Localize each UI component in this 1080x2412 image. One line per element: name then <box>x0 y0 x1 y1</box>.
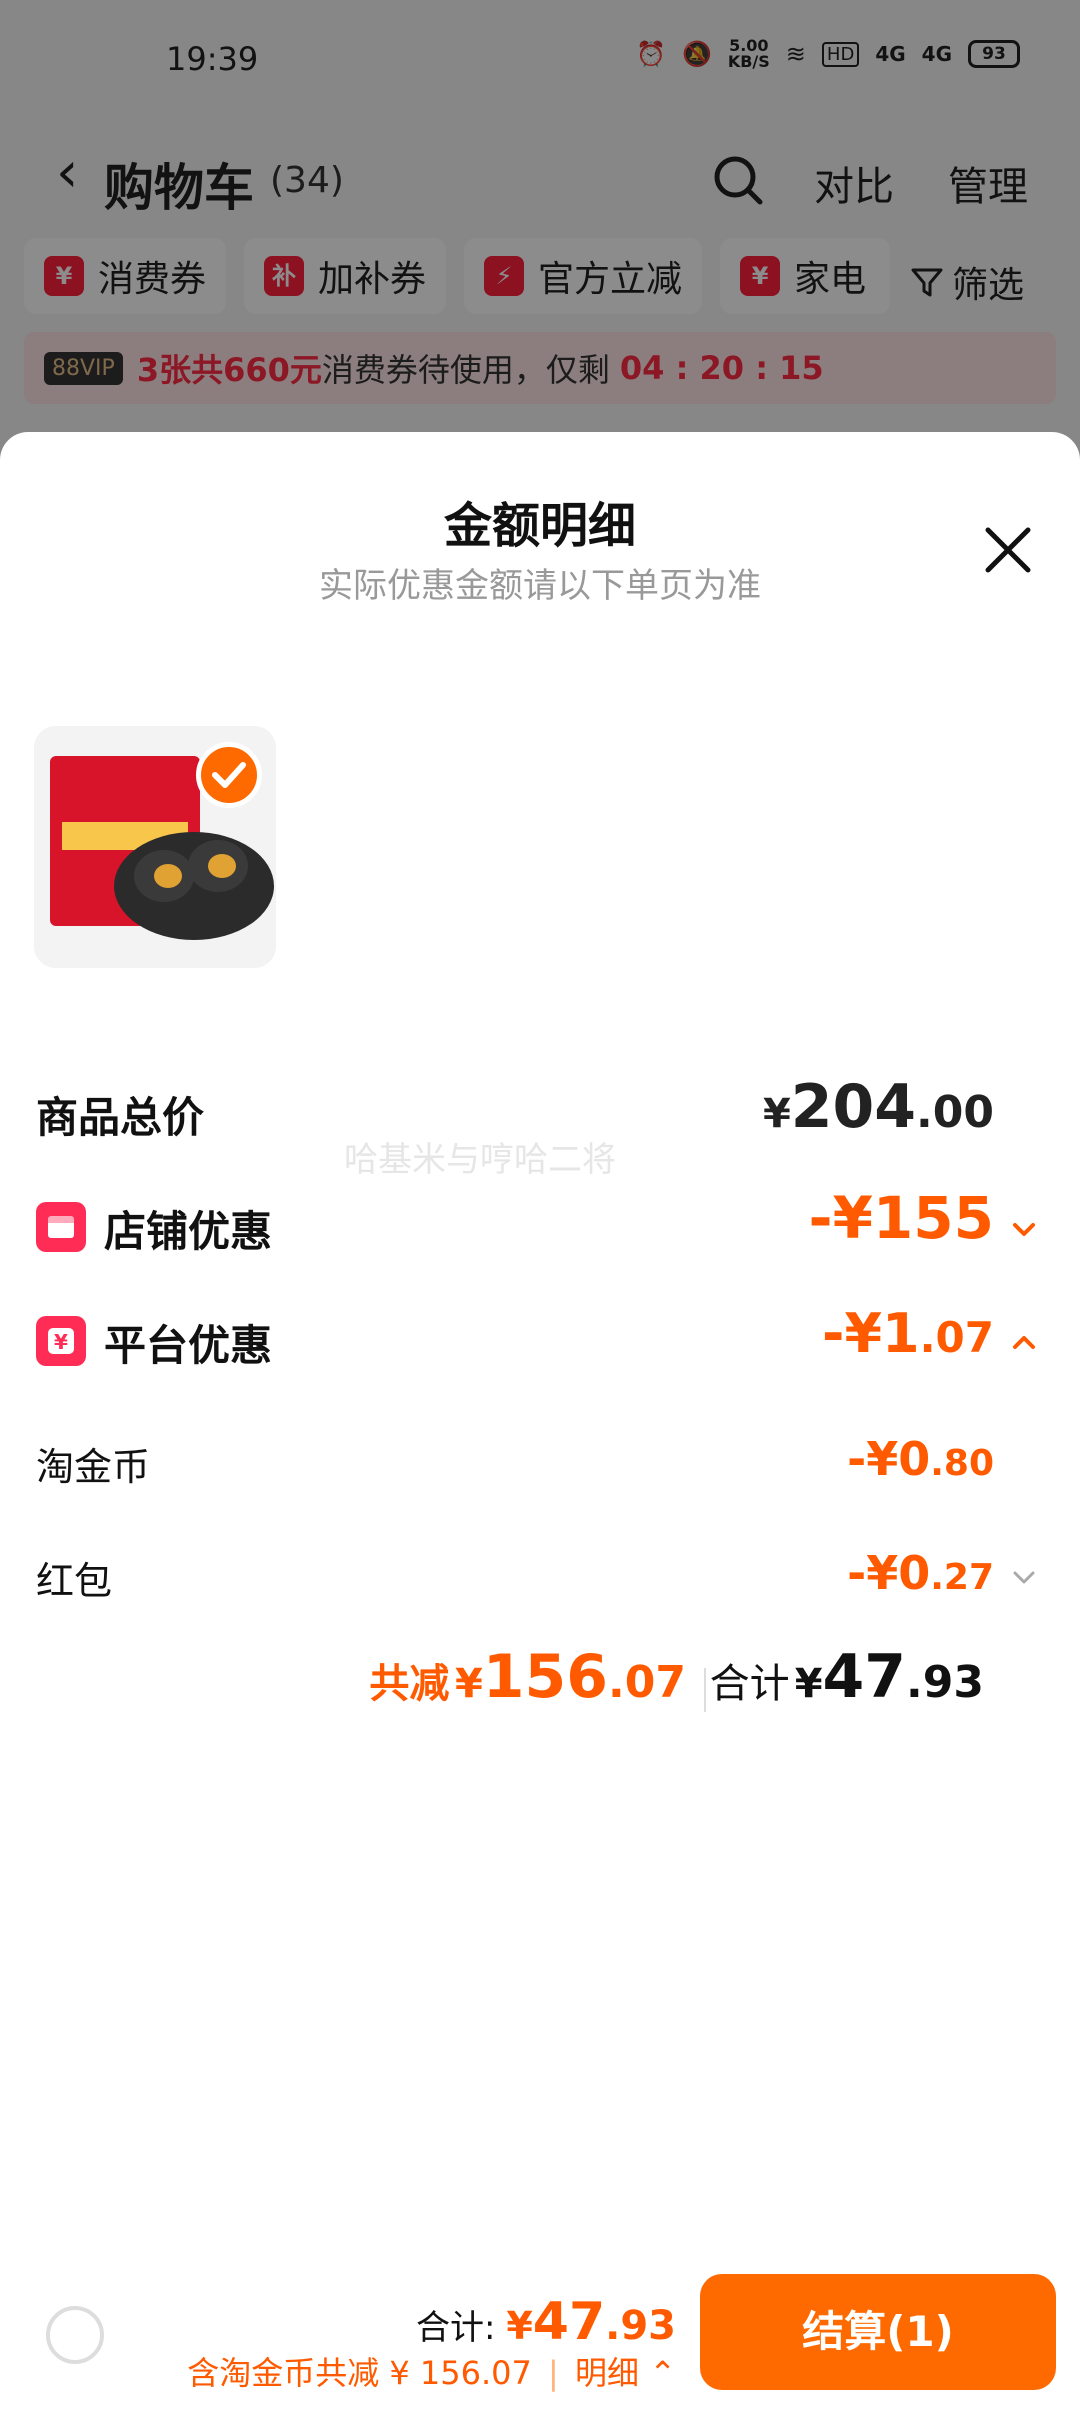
coin-label: 淘金币 <box>36 1445 151 1489</box>
red-packet-value: -¥0.27 <box>847 1546 994 1600</box>
close-icon[interactable] <box>976 518 1040 582</box>
chevron-up-icon[interactable] <box>1008 1326 1040 1358</box>
watermark: 哈基米与哼哈二将 <box>344 1140 616 1180</box>
platform-discount-label: 平台优惠 <box>104 1321 273 1370</box>
store-discount-value: -¥155 <box>808 1184 995 1252</box>
checkout-button[interactable]: 结算(1) <box>700 2274 1056 2390</box>
coin-value: -¥0.80 <box>847 1432 994 1486</box>
summary-divider <box>704 1668 706 1712</box>
total-reduce: 共减 ¥156.07 <box>369 1642 686 1712</box>
detail-link: 明细 <box>575 2354 640 2392</box>
checkout-bar: 合计: ¥47.93 含淘金币共减 ¥ 156.07 | 明细 ⌃ 结算(1) <box>0 2260 1080 2412</box>
total-amount: 合计 ¥47.93 <box>709 1642 984 1712</box>
chevron-down-icon[interactable] <box>1008 1562 1040 1594</box>
store-discount-label: 店铺优惠 <box>104 1207 273 1256</box>
sheet-subtitle: 实际优惠金额请以下单页为准 <box>319 566 761 606</box>
svg-text:¥: ¥ <box>54 1330 68 1354</box>
select-all-radio[interactable] <box>46 2306 104 2364</box>
subtotal-label: 商品总价 <box>36 1093 205 1142</box>
chevron-down-icon[interactable] <box>1008 1214 1040 1246</box>
platform-icon: ¥ <box>36 1316 86 1366</box>
amount-detail-sheet: 金额明细 实际优惠金额请以下单页为准 哈基米与哼哈二将 商品总价 ¥204.00… <box>0 432 1080 2412</box>
platform-discount-value: -¥1.07 <box>822 1302 994 1365</box>
footer-total: 合计: ¥47.93 <box>416 2292 676 2352</box>
selected-check-icon[interactable] <box>196 742 262 808</box>
footer-discount-note[interactable]: 含淘金币共减 ¥ 156.07 | 明细 ⌃ <box>187 2348 676 2394</box>
store-icon <box>36 1202 86 1252</box>
subtotal-value: ¥204.00 <box>762 1072 994 1142</box>
sheet-title: 金额明细 <box>443 498 636 554</box>
red-packet-label: 红包 <box>36 1559 113 1603</box>
chevron-up-icon: ⌃ <box>649 2354 676 2392</box>
